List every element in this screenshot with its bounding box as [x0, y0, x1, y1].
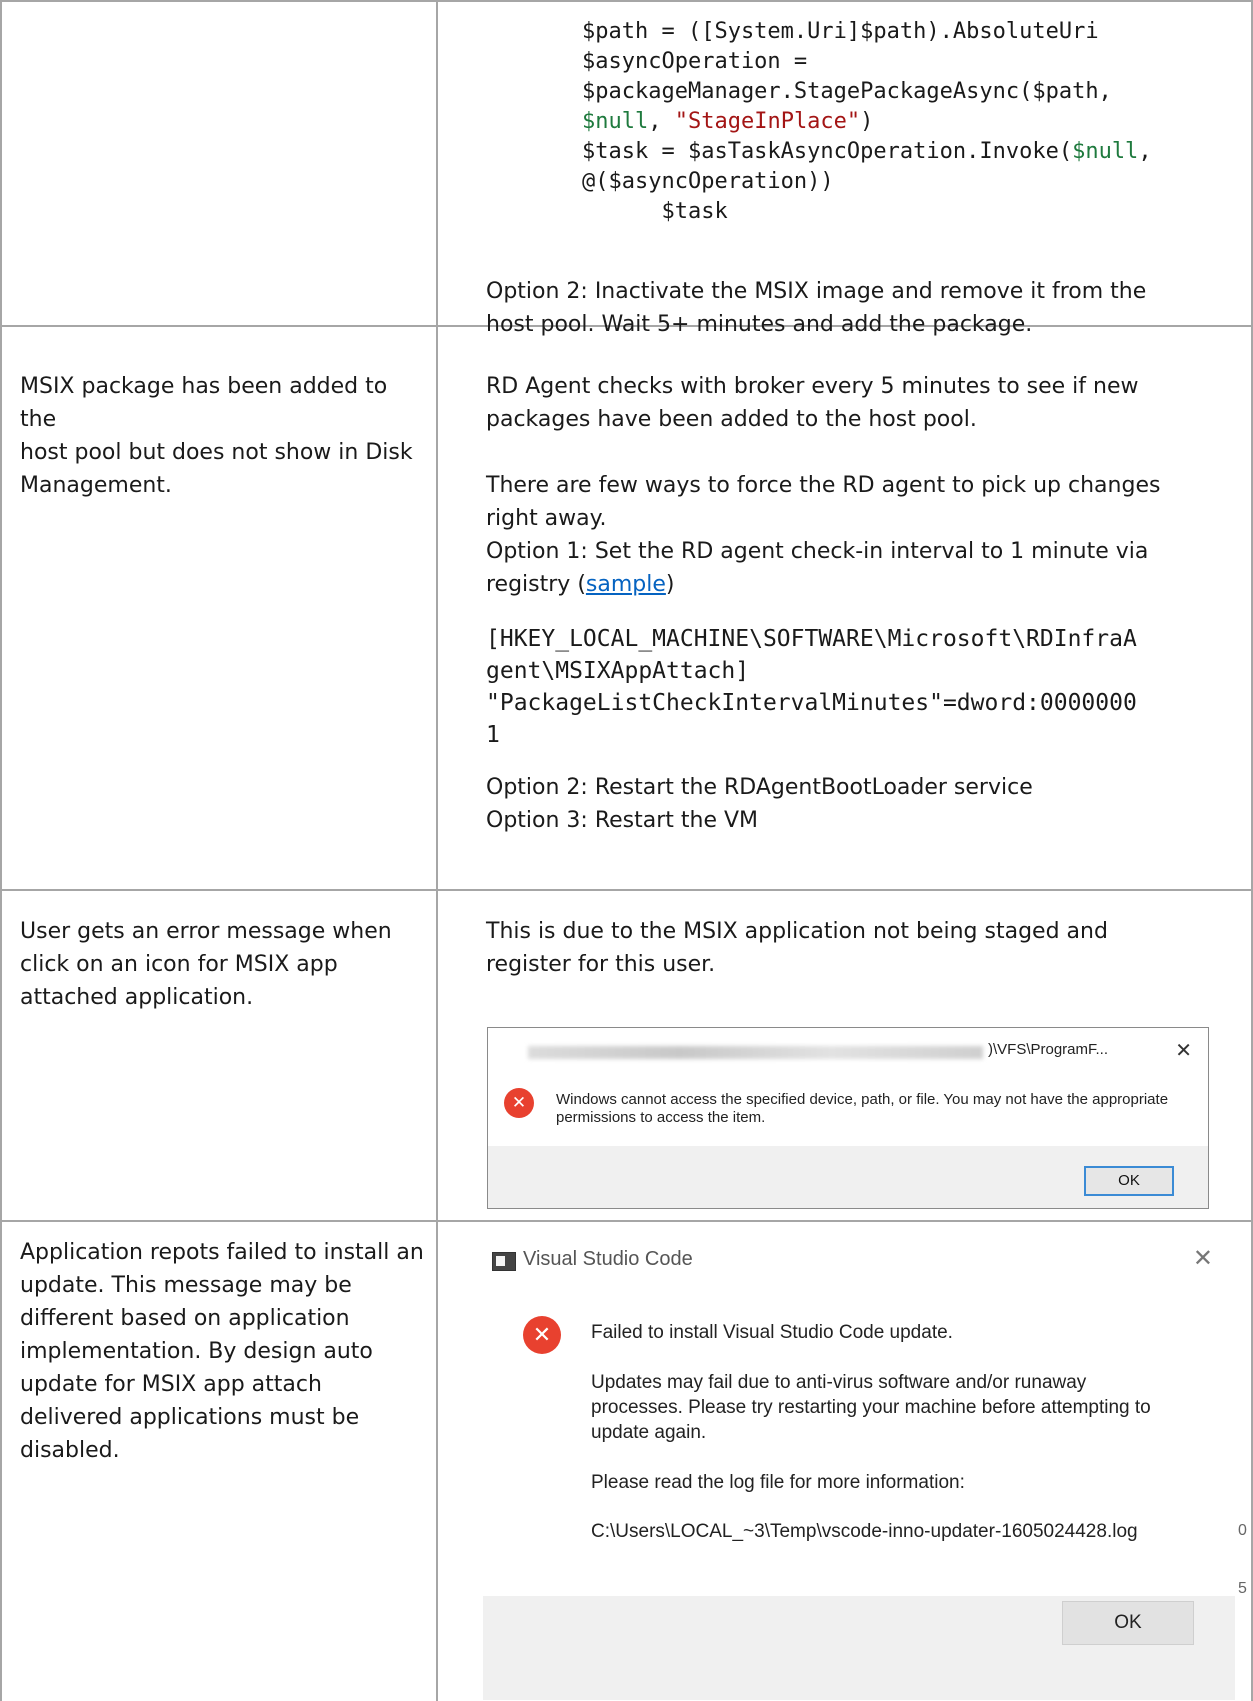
text-line: different based on application: [20, 1306, 350, 1331]
table-border-left: [0, 0, 2, 1701]
code-line: $asyncOperation =: [582, 47, 1152, 77]
text-line: registry (sample): [486, 568, 1246, 601]
code-token: $path = ([System.Uri]$path).AbsoluteUri: [582, 19, 1099, 44]
registry-block: [HKEY_LOCAL_MACHINE\SOFTWARE\Microsoft\R…: [486, 623, 1246, 751]
text-line: RD Agent checks with broker every 5 minu…: [486, 374, 1139, 399]
text-line: There are few ways to force the RD agent…: [486, 473, 1161, 498]
text-line: This is due to the MSIX application not …: [486, 919, 1108, 944]
text-line: implementation. By design auto: [20, 1339, 373, 1364]
code-token: ): [860, 109, 874, 134]
access-error-dialog: )\VFS\ProgramF... ✕ ✕ Windows cannot acc…: [487, 1027, 1209, 1209]
text-line: host pool but does not show in Disk: [20, 440, 413, 465]
row-divider-2: [0, 889, 1253, 891]
sample-link[interactable]: sample: [586, 572, 666, 597]
code-token: $asyncOperation =: [582, 49, 808, 74]
text-line: User gets an error message when: [20, 919, 392, 944]
dialog-footer: OK: [488, 1146, 1208, 1208]
dialog-path-text: )\VFS\ProgramF...: [988, 1041, 1109, 1058]
code-token: $null: [1072, 139, 1139, 164]
blurred-path: [528, 1046, 983, 1059]
code-line: $packageManager.StagePackageAsync($path,: [582, 77, 1152, 107]
text-line: attached application.: [20, 985, 254, 1010]
code-token: @($asyncOperation)): [582, 169, 834, 194]
row-divider-3: [0, 1220, 1253, 1222]
message-line: permissions to access the item.: [556, 1109, 766, 1126]
text-line: update. This message may be: [20, 1273, 352, 1298]
close-icon[interactable]: ✕: [1175, 1038, 1192, 1063]
code-token: $null: [582, 109, 649, 134]
text-line: update for MSIX app attach: [20, 1372, 322, 1397]
code-line: $null, "StageInPlace"): [582, 107, 1152, 137]
text-line: disabled.: [20, 1438, 120, 1463]
code-line: gent\MSIXAppAttach]: [486, 658, 750, 684]
code-line: $path = ([System.Uri]$path).AbsoluteUri: [582, 17, 1152, 47]
column-divider: [436, 0, 438, 1701]
code-block: $path = ([System.Uri]$path).AbsoluteUri $…: [582, 17, 1152, 227]
log-path: C:\Users\LOCAL_~3\Temp\vscode-inno-updat…: [591, 1521, 1138, 1542]
text-line: register for this user.: [486, 952, 716, 977]
row1-option2: Option 2: Inactivate the MSIX image and …: [486, 275, 1226, 341]
paren-text: ): [665, 572, 675, 597]
row3-issue: User gets an error message when click on…: [20, 915, 430, 1014]
text-line: Application repots failed to install an: [20, 1240, 424, 1265]
body-line: processes. Please try restarting your ma…: [591, 1397, 1151, 1418]
code-line: "PackageListCheckIntervalMinutes"=dword:…: [486, 690, 1137, 716]
code-token: ,: [648, 109, 675, 134]
text-line: MSIX package has been added to the: [20, 374, 388, 432]
troubleshooting-table: $path = ([System.Uri]$path).AbsoluteUri $…: [0, 0, 1253, 1701]
app-window-icon: [492, 1252, 516, 1271]
dialog-message: Windows cannot access the specified devi…: [556, 1091, 1186, 1127]
code-token: $task: [582, 199, 728, 224]
row4-issue: Application repots failed to install an …: [20, 1236, 432, 1467]
text-line: Option 1: Set the RD agent check-in inte…: [486, 539, 1149, 564]
text-line: click on an icon for MSIX app: [20, 952, 338, 977]
text-line: Option 2: Restart the RDAgentBootLoader …: [486, 775, 1033, 800]
code-token: "StageInPlace": [674, 109, 861, 134]
code-token: ,: [1138, 139, 1152, 164]
table-border-top: [0, 0, 1253, 2]
code-line: [HKEY_LOCAL_MACHINE\SOFTWARE\Microsoft\R…: [486, 626, 1137, 652]
body-line: Updates may fail due to anti-virus softw…: [591, 1372, 1087, 1393]
registry-text: registry (: [486, 572, 586, 597]
error-icon: ✕: [504, 1088, 534, 1118]
code-line: $task: [582, 197, 1152, 227]
ok-button[interactable]: OK: [1084, 1166, 1174, 1196]
dialog-heading: Failed to install Visual Studio Code upd…: [591, 1322, 953, 1343]
text-line: right away.: [486, 506, 607, 531]
code-line: 1: [486, 722, 500, 748]
code-line: $task = $asTaskAsyncOperation.Invoke($nu…: [582, 137, 1152, 167]
log-prompt: Please read the log file for more inform…: [591, 1472, 965, 1493]
row3-resolution: This is due to the MSIX application not …: [486, 915, 1246, 981]
error-icon: ✕: [523, 1316, 561, 1354]
close-icon[interactable]: ✕: [1193, 1244, 1213, 1273]
edge-fragment: 0: [1238, 1522, 1247, 1539]
text-line: Option 3: Restart the VM: [486, 808, 759, 833]
text-line: delivered applications must be: [20, 1405, 360, 1430]
dialog-title: Visual Studio Code: [523, 1248, 693, 1270]
code-line: @($asyncOperation)): [582, 167, 1152, 197]
message-line: Windows cannot access the specified devi…: [556, 1091, 1169, 1108]
code-token: $task = $asTaskAsyncOperation.Invoke(: [582, 139, 1073, 164]
text-line: host pool. Wait 5+ minutes and add the p…: [486, 312, 1033, 337]
ok-button[interactable]: OK: [1062, 1601, 1194, 1645]
row2-resolution: RD Agent checks with broker every 5 minu…: [486, 370, 1246, 837]
edge-fragment: 5: [1238, 1580, 1247, 1597]
row2-issue: MSIX package has been added to the host …: [20, 370, 430, 502]
code-token: $packageManager.StagePackageAsync($path,: [582, 79, 1112, 104]
dialog-title-bar: )\VFS\ProgramF... ✕: [488, 1028, 1208, 1076]
text-line: packages have been added to the host poo…: [486, 407, 977, 432]
text-line: Option 2: Inactivate the MSIX image and …: [486, 279, 1147, 304]
body-line: update again.: [591, 1422, 707, 1443]
text-line: Management.: [20, 473, 172, 498]
